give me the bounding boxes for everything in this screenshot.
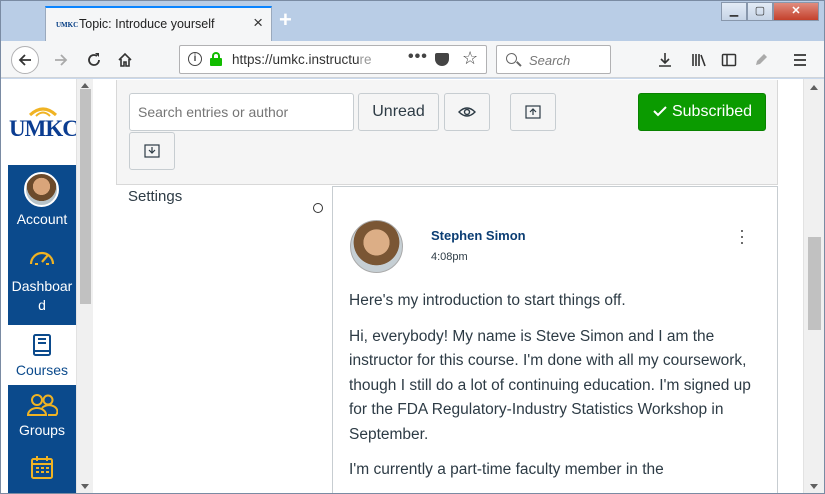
more-options-icon[interactable]: · · · (737, 221, 747, 251)
scroll-down-arrow-icon[interactable] (810, 484, 818, 489)
scroll-up-arrow-icon[interactable] (810, 85, 818, 90)
new-tab-button[interactable]: + (279, 9, 292, 31)
nav-item-courses[interactable]: Courses (8, 325, 76, 385)
checkmark-icon (653, 106, 667, 117)
entry-timestamp: 4:08pm (431, 251, 468, 263)
nav-item-label-line1: Dashboar (11, 278, 73, 294)
page-viewport: UMKC Account Dashboar d Courses Groups S… (1, 79, 824, 493)
site-info-icon[interactable]: i (188, 52, 202, 66)
eye-icon (458, 107, 476, 117)
radio-circle[interactable] (313, 203, 323, 213)
umkc-logo[interactable]: UMKC (8, 79, 79, 165)
url-text[interactable]: https://umkc.instructure (232, 52, 377, 67)
scroll-down-arrow-icon[interactable] (81, 484, 89, 489)
author-name-link[interactable]: Stephen Simon (431, 228, 526, 243)
nav-item-label-line2: d (38, 297, 46, 313)
download-icon (659, 53, 671, 67)
home-button[interactable] (111, 46, 139, 74)
avatar[interactable] (350, 220, 403, 273)
downloads-button[interactable] (652, 46, 678, 74)
discussion-entry: Stephen Simon 4:08pm · · · Here's my intro… (332, 186, 778, 493)
home-icon (118, 52, 132, 67)
expand-icon (144, 144, 160, 158)
subscribed-label: Subscribed (671, 103, 753, 120)
search-placeholder: Search (529, 53, 571, 68)
mark-all-read-button[interactable] (444, 93, 490, 131)
nav-item-calendar[interactable] (8, 447, 76, 493)
library-icon (692, 54, 706, 67)
maximize-button[interactable]: ▢ (747, 2, 773, 21)
book-icon (8, 333, 76, 362)
avatar (24, 172, 59, 207)
browser-search-box[interactable]: Search (496, 45, 611, 74)
address-bar[interactable]: i https://umkc.instructure ••• ☆ (179, 45, 487, 74)
minimize-button[interactable]: ▁ (721, 2, 747, 21)
secure-lock-icon[interactable] (210, 52, 222, 66)
page-actions-icon[interactable]: ••• (408, 48, 428, 66)
reload-icon (88, 53, 100, 66)
entry-paragraph: I'm currently a part-time faculty member… (349, 461, 664, 478)
global-navigation: UMKC Account Dashboar d Courses Groups (8, 79, 79, 493)
umkc-favicon-icon: UMKC (56, 21, 79, 29)
people-icon (8, 393, 76, 420)
search-entries-input[interactable] (129, 93, 354, 131)
expand-replies-button[interactable] (129, 132, 175, 170)
nav-item-label: Account (16, 211, 68, 227)
nav-scrollbar[interactable] (76, 79, 93, 493)
forward-arrow-icon (55, 54, 68, 66)
logo-text: UMKC (9, 116, 79, 141)
nav-item-label: Groups (19, 422, 65, 438)
back-button[interactable] (11, 46, 39, 74)
nav-item-label: Courses (15, 362, 69, 378)
menu-button[interactable] (787, 46, 813, 74)
scrollbar-thumb[interactable] (80, 89, 91, 304)
back-arrow-icon (18, 54, 31, 66)
browser-window: UMKC Topic: Introduce yourself × + ▁ ▢ ✕… (0, 0, 825, 494)
close-window-button[interactable]: ✕ (773, 2, 819, 21)
collapse-replies-button[interactable] (510, 93, 556, 131)
reload-button[interactable] (80, 46, 108, 74)
browser-tab[interactable]: UMKC Topic: Introduce yourself × (45, 6, 272, 41)
entry-paragraph: Hi, everybody! My name is Steve Simon an… (349, 327, 751, 443)
discussion-toolbar: Unread Subscribed (116, 80, 778, 185)
tab-close-icon[interactable]: × (253, 14, 263, 32)
collapse-icon (525, 105, 541, 119)
gauge-icon (8, 245, 76, 270)
tab-title: Topic: Introduce yourself (79, 17, 215, 31)
calendar-icon (8, 455, 76, 484)
sidebar-icon (721, 53, 737, 67)
tab-strip: UMKC Topic: Introduce yourself × + ▁ ▢ ✕ (1, 1, 824, 41)
library-button[interactable] (686, 46, 712, 74)
nav-item-dashboard[interactable]: Dashboar d (8, 235, 76, 325)
scrollbar-thumb[interactable] (808, 237, 821, 330)
entry-paragraph: Here's my introduction to start things o… (349, 292, 626, 309)
hamburger-icon (794, 54, 806, 66)
settings-link[interactable]: Settings (128, 188, 182, 205)
navigation-toolbar: i https://umkc.instructure ••• ☆ Search (1, 41, 824, 78)
discussion-main: Unread Subscribed Settings Stephen Simo (93, 79, 803, 493)
unread-button[interactable]: Unread (358, 93, 439, 131)
nav-item-groups[interactable]: Groups (8, 385, 76, 447)
page-scrollbar[interactable] (803, 79, 824, 493)
sidebar-toggle-button[interactable] (716, 46, 742, 74)
pocket-icon[interactable] (435, 53, 449, 66)
forward-button[interactable] (47, 46, 75, 74)
scroll-up-arrow-icon[interactable] (81, 83, 89, 88)
subscribed-button[interactable]: Subscribed (638, 93, 766, 131)
screenshot-button[interactable] (748, 46, 774, 74)
nav-item-account[interactable]: Account (8, 165, 76, 235)
bookmark-star-icon[interactable]: ☆ (462, 48, 478, 69)
entry-body: Here's my introduction to start things o… (349, 289, 769, 493)
pen-icon (756, 54, 767, 65)
search-icon (506, 53, 517, 64)
